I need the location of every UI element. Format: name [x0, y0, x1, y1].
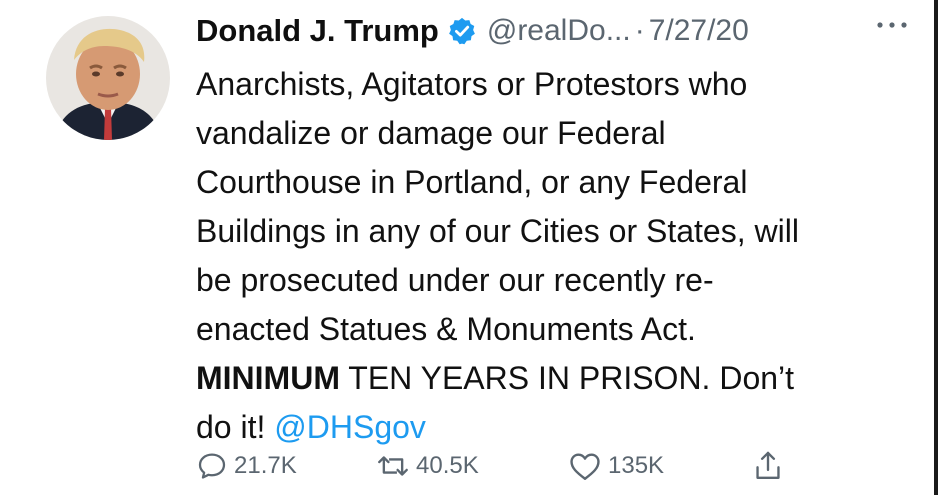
- retweet-icon: [376, 450, 410, 482]
- avatar[interactable]: [46, 16, 170, 140]
- author-name[interactable]: Donald J. Trump: [196, 13, 439, 49]
- share-icon: [752, 449, 784, 483]
- reply-count: 21.7K: [234, 452, 297, 479]
- window-edge: [934, 0, 938, 495]
- avatar-image: [46, 16, 170, 140]
- reply-button[interactable]: 21.7K: [196, 446, 297, 486]
- tweet-line: enacted Statues & Monuments Act.: [196, 311, 696, 347]
- more-options-icon[interactable]: [872, 10, 912, 40]
- separator-dot: ·: [634, 14, 645, 47]
- author-handle[interactable]: @realDo...: [487, 14, 631, 48]
- share-button[interactable]: [752, 446, 784, 486]
- tweet-line-start: do it!: [196, 409, 275, 445]
- retweet-count: 40.5K: [416, 452, 479, 479]
- tweet-date[interactable]: 7/27/20: [649, 14, 749, 48]
- like-count: 135K: [608, 452, 665, 479]
- tweet-line-rest: TEN YEARS IN PRISON. Don’t: [339, 360, 795, 396]
- reply-icon: [196, 450, 228, 482]
- tweet-line: do it! @DHSgov: [196, 403, 916, 452]
- verified-badge-icon: [447, 16, 477, 46]
- tweet-header: Donald J. Trump @realDo... · 7/27/20: [196, 6, 898, 56]
- tweet-actions: 21.7K 40.5K 135K: [196, 446, 836, 486]
- heart-icon: [568, 450, 602, 482]
- tweet-line: Buildings in any of our Cities or States…: [196, 213, 799, 249]
- tweet-line: Anarchists, Agitators or Protestors who: [196, 66, 748, 102]
- tweet-text: Anarchists, Agitators or Protestors who …: [196, 60, 916, 452]
- tweet-line: be prosecuted under our recently re-: [196, 262, 714, 298]
- like-button[interactable]: 135K: [568, 446, 664, 486]
- mention-link[interactable]: @DHSgov: [274, 409, 426, 445]
- tweet-line: MINIMUM TEN YEARS IN PRISON. Don’t: [196, 354, 916, 403]
- tweet-line: vandalize or damage our Federal: [196, 115, 666, 151]
- retweet-button[interactable]: 40.5K: [376, 446, 479, 486]
- tweet-line: Courthouse in Portland, or any Federal: [196, 164, 748, 200]
- emphasis-text: MINIMUM: [196, 360, 340, 396]
